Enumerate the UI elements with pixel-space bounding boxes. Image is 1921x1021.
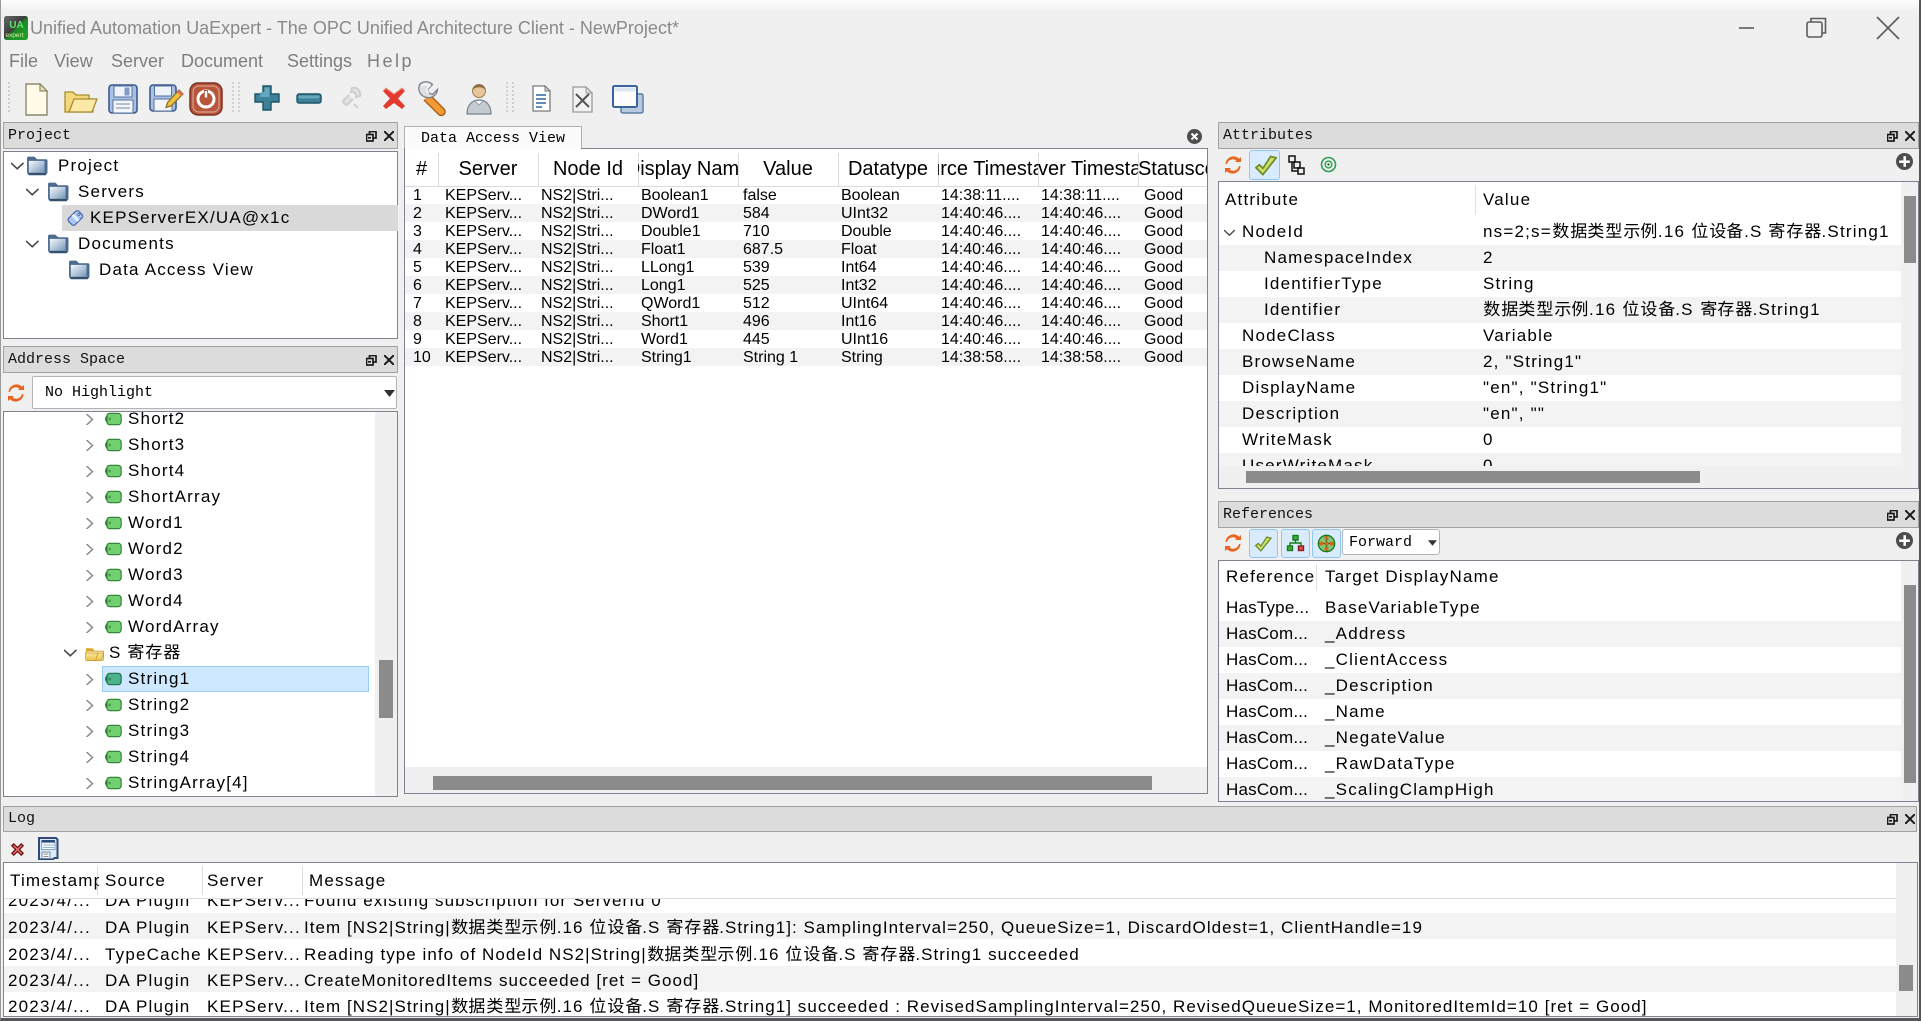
- svg-text:UA: UA: [9, 20, 23, 31]
- svg-text:expert: expert: [5, 32, 23, 39]
